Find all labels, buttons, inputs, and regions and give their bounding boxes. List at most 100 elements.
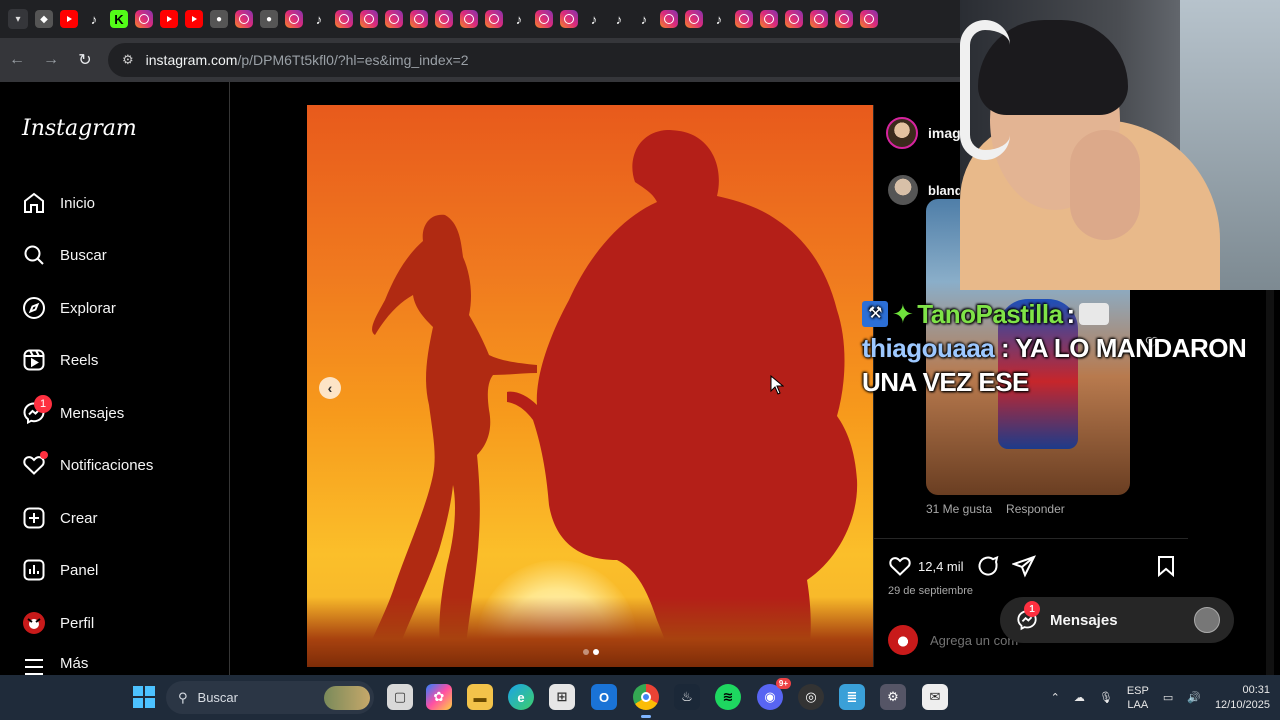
- hammer-badge-icon: ⚒: [862, 301, 888, 327]
- network-warning-icon[interactable]: ☁: [1074, 691, 1085, 704]
- instagram-logo[interactable]: Instagram: [22, 116, 137, 141]
- tab-tiktok-favicon[interactable]: ♪: [585, 10, 603, 28]
- settings-icon[interactable]: ⚙: [880, 684, 906, 710]
- app-icon[interactable]: ✉: [922, 684, 948, 710]
- address-bar[interactable]: ⚙ instagram.com/p/DPM6Tt5kfl0/?hl=es&img…: [108, 43, 960, 77]
- tab-instagram-favicon[interactable]: [835, 10, 853, 28]
- sidebar-item-crear[interactable]: Crear: [22, 498, 98, 538]
- tab-instagram-favicon[interactable]: [860, 10, 878, 28]
- tab-kick-favicon[interactable]: K: [110, 10, 128, 28]
- tab-instagram-favicon[interactable]: [335, 10, 353, 28]
- chat-username: TanoPastilla: [917, 299, 1063, 329]
- sidebar-item-panel[interactable]: Panel: [22, 550, 98, 590]
- sidebar-item-notificaciones[interactable]: Notificaciones: [22, 445, 153, 485]
- sidebar-item-mas[interactable]: Más: [22, 655, 88, 675]
- commenter-username[interactable]: blanq: [928, 183, 963, 198]
- tab-tiktok-favicon[interactable]: ♪: [85, 10, 103, 28]
- widgets-icon[interactable]: ✿: [426, 684, 452, 710]
- tab-instagram-favicon[interactable]: [535, 10, 553, 28]
- tab-other-favicon[interactable]: ●: [260, 10, 278, 28]
- bookmark-icon[interactable]: [1154, 554, 1178, 578]
- tab-tiktok-favicon[interactable]: ♪: [635, 10, 653, 28]
- spotify-icon[interactable]: ≋: [715, 684, 741, 710]
- sidebar-item-perfil[interactable]: Perfil: [22, 603, 94, 643]
- tab-tiktok-favicon[interactable]: ♪: [610, 10, 628, 28]
- file-explorer-icon[interactable]: ▬: [467, 684, 493, 710]
- page-scrollbar[interactable]: [1266, 290, 1274, 675]
- sidebar-item-label: Más: [60, 655, 89, 672]
- tab-instagram-favicon[interactable]: [360, 10, 378, 28]
- comment-icon[interactable]: [976, 554, 1000, 578]
- sidebar-item-inicio[interactable]: Inicio: [22, 183, 95, 223]
- tab-other-favicon[interactable]: ●: [210, 10, 228, 28]
- tab-instagram-favicon[interactable]: [460, 10, 478, 28]
- tab-youtube-favicon[interactable]: [160, 10, 178, 28]
- browser-toolbar: ← → ↻ ⚙ instagram.com/p/DPM6Tt5kfl0/?hl=…: [0, 38, 960, 82]
- tab-instagram-favicon[interactable]: [435, 10, 453, 28]
- tab-instagram-favicon[interactable]: [285, 10, 303, 28]
- tab-instagram-favicon[interactable]: [235, 10, 253, 28]
- tab-tiktok-favicon[interactable]: ♪: [710, 10, 728, 28]
- discord-icon[interactable]: ◉ 9+: [757, 678, 791, 710]
- sidebar-item-explorar[interactable]: Explorar: [22, 288, 116, 328]
- author-avatar[interactable]: [886, 117, 918, 149]
- floating-messages-button[interactable]: 1 Mensajes: [1000, 597, 1234, 643]
- obs-icon[interactable]: ◎: [798, 684, 824, 710]
- tab-instagram-favicon[interactable]: [810, 10, 828, 28]
- reload-button[interactable]: ↻: [68, 43, 102, 77]
- store-icon[interactable]: ⊞: [549, 684, 575, 710]
- language-indicator[interactable]: ESP LAA: [1127, 684, 1149, 712]
- reels-icon: [22, 348, 46, 372]
- tab-instagram-favicon[interactable]: [410, 10, 428, 28]
- post-image[interactable]: ‹: [307, 105, 873, 667]
- current-user-avatar: [888, 625, 918, 655]
- sidebar-item-reels[interactable]: Reels: [22, 340, 98, 380]
- tab-instagram-favicon[interactable]: [660, 10, 678, 28]
- outlook-icon[interactable]: O: [591, 684, 617, 710]
- sidebar-item-label: Panel: [60, 561, 99, 579]
- like-icon[interactable]: [888, 554, 912, 578]
- author-username[interactable]: imag: [928, 125, 961, 141]
- microphone-icon[interactable]: 🎙: [1099, 691, 1113, 704]
- task-view-icon[interactable]: ▢: [387, 684, 413, 710]
- taskbar-search[interactable]: ⚲ Buscar: [166, 681, 374, 714]
- back-button[interactable]: ←: [0, 43, 34, 77]
- tab-instagram-favicon[interactable]: [485, 10, 503, 28]
- sidebar-item-buscar[interactable]: Buscar: [22, 235, 107, 275]
- tab-instagram-favicon[interactable]: [560, 10, 578, 28]
- windows-start-icon[interactable]: [133, 686, 155, 708]
- tab-instagram-favicon[interactable]: [735, 10, 753, 28]
- forward-button[interactable]: →: [34, 43, 68, 77]
- notepad-icon[interactable]: ≣: [839, 684, 865, 710]
- display-icon[interactable]: ▭: [1163, 691, 1173, 704]
- tab-tiktok-favicon[interactable]: ♪: [510, 10, 528, 28]
- commenter-avatar[interactable]: [888, 175, 918, 205]
- tab-search-menu-button[interactable]: ▾: [8, 9, 28, 29]
- search-icon: ⚲: [178, 689, 188, 705]
- likes-count[interactable]: 12,4 mil: [918, 559, 964, 574]
- share-icon[interactable]: [1011, 554, 1036, 578]
- carousel-prev-button[interactable]: ‹: [319, 377, 341, 399]
- post-date[interactable]: 29 de septiembre: [888, 585, 973, 597]
- tab-favicon-shield[interactable]: ◆: [35, 10, 53, 28]
- tab-youtube-favicon[interactable]: [185, 10, 203, 28]
- tab-instagram-favicon[interactable]: [760, 10, 778, 28]
- volume-icon[interactable]: 🔊: [1187, 691, 1201, 704]
- tab-instagram-favicon[interactable]: [385, 10, 403, 28]
- tab-instagram-favicon[interactable]: [135, 10, 153, 28]
- tab-instagram-favicon[interactable]: [785, 10, 803, 28]
- edge-icon[interactable]: e: [508, 684, 534, 710]
- chrome-icon[interactable]: [633, 684, 659, 718]
- clock[interactable]: 00:31 12/10/2025: [1215, 683, 1270, 713]
- sidebar-item-mensajes[interactable]: 1 Mensajes: [22, 393, 124, 433]
- comment-likes[interactable]: 31 Me gusta: [926, 502, 992, 516]
- tab-youtube-favicon[interactable]: [60, 10, 78, 28]
- webcam-person-hand: [1070, 130, 1140, 240]
- tab-tiktok-favicon[interactable]: ♪: [310, 10, 328, 28]
- site-info-icon[interactable]: ⚙: [122, 52, 134, 68]
- chevron-up-icon[interactable]: ⌃: [1051, 691, 1060, 704]
- tab-instagram-favicon[interactable]: [685, 10, 703, 28]
- reply-link[interactable]: Responder: [1006, 502, 1065, 516]
- home-icon: [22, 191, 46, 215]
- steam-icon[interactable]: ♨: [674, 684, 700, 710]
